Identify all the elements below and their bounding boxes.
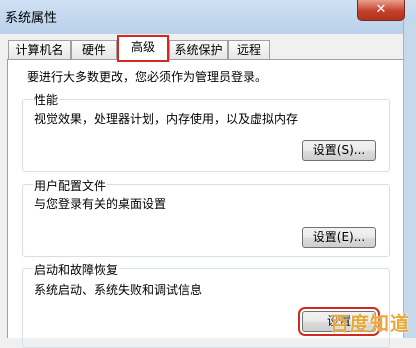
tab-hardware[interactable]: 硬件 xyxy=(71,40,117,59)
user-profiles-group-title: 用户配置文件 xyxy=(33,177,108,194)
user-profiles-description: 与您登录有关的桌面设置 xyxy=(34,197,167,211)
window-frame-edge xyxy=(403,20,416,338)
window-title: 系统属性 xyxy=(5,11,58,26)
admin-notice: 要进行大多数更改，您必须作为管理员登录。 xyxy=(27,70,268,84)
user-profiles-settings-button[interactable]: 设置(E)... xyxy=(302,227,376,248)
startup-recovery-group-title: 启动和故障恢复 xyxy=(33,261,120,278)
watermark-logo: 百度知道 xyxy=(330,313,411,335)
close-button[interactable]: ✕ xyxy=(357,0,405,21)
tab-system-protection[interactable]: 系统保护 xyxy=(169,40,228,59)
tab-advanced[interactable]: 高级 xyxy=(117,35,169,62)
performance-settings-button[interactable]: 设置(S)... xyxy=(302,140,376,161)
performance-description: 视觉效果，处理器计划，内存使用，以及虚拟内存 xyxy=(34,112,299,126)
startup-recovery-description: 系统启动、系统失败和调试信息 xyxy=(34,283,203,297)
title-bar: 系统属性 xyxy=(0,0,416,35)
tab-remote[interactable]: 远程 xyxy=(228,40,270,59)
tab-computer-name[interactable]: 计算机名 xyxy=(8,40,71,59)
performance-group-title: 性能 xyxy=(33,91,60,108)
startup-recovery-group xyxy=(22,268,390,348)
